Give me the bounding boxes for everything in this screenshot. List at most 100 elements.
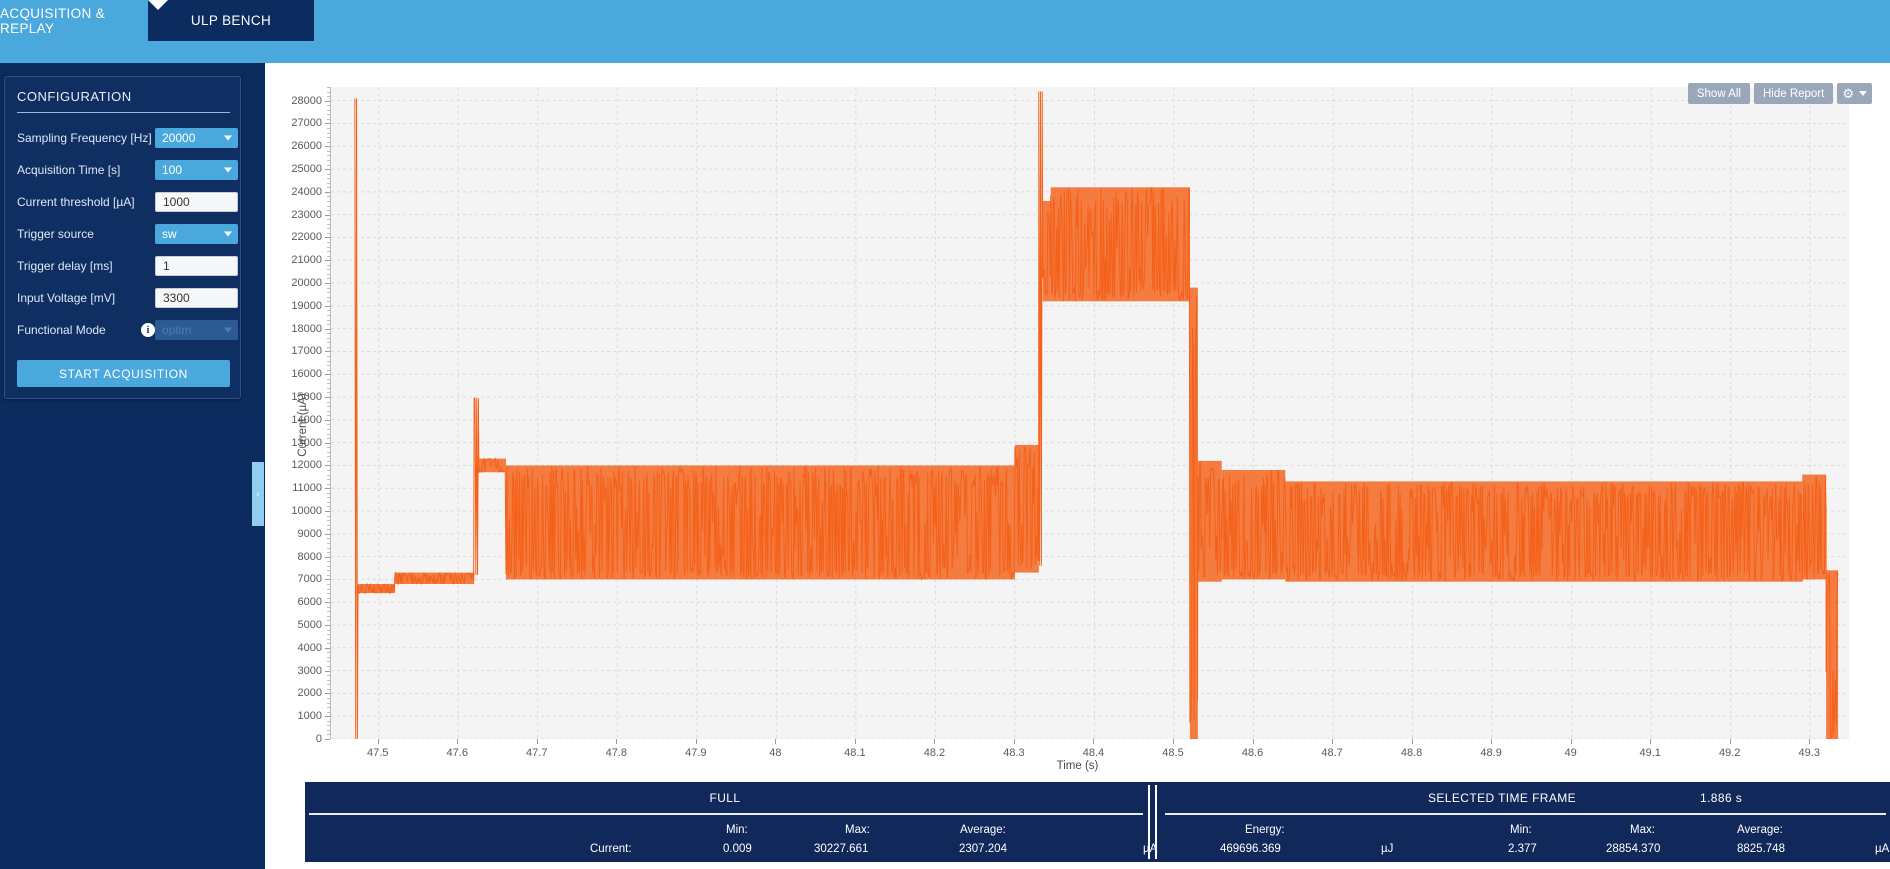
y-tick-mark: [325, 123, 330, 125]
config-value: 100: [162, 163, 183, 177]
y-minor-tick: [327, 292, 330, 294]
configuration-title: CONFIGURATION: [17, 89, 132, 104]
plot-area[interactable]: [330, 87, 1849, 739]
y-minor-tick: [327, 324, 330, 326]
y-minor-tick: [327, 369, 330, 371]
y-tick-label: 25000: [291, 163, 322, 176]
y-tick-label: 22000: [291, 231, 322, 244]
y-minor-tick: [327, 287, 330, 289]
y-minor-tick: [327, 547, 330, 549]
y-minor-tick: [327, 164, 330, 166]
config-value: 3300: [163, 291, 190, 305]
y-minor-tick: [327, 342, 330, 344]
y-minor-tick: [327, 223, 330, 225]
start-acquisition-button[interactable]: START ACQUISITION: [17, 360, 230, 387]
x-tick-mark: [1491, 739, 1493, 744]
report-selected-min-header: Min:: [1510, 824, 1532, 836]
y-minor-tick: [327, 319, 330, 321]
y-tick-mark: [325, 374, 330, 376]
y-minor-tick: [327, 501, 330, 503]
y-tick-mark: [325, 328, 330, 330]
x-tick-mark: [1093, 739, 1095, 744]
x-tick-mark: [1809, 739, 1811, 744]
report-selected-current-unit: µA: [1875, 843, 1890, 855]
y-minor-tick: [327, 333, 330, 335]
y-tick-label: 17000: [291, 345, 322, 358]
y-tick-mark: [325, 305, 330, 307]
y-tick-mark: [325, 237, 330, 239]
waveform-svg: [331, 87, 1849, 739]
config-select-sampling-frequency-hz[interactable]: 20000: [155, 128, 238, 148]
report-full-max-value: 30227.661: [814, 843, 869, 855]
tab-acquisition-replay-label: ACQUISITION & REPLAY: [0, 5, 106, 36]
y-tick-mark: [325, 397, 330, 399]
y-minor-tick: [327, 661, 330, 663]
config-input-input-voltage-mv[interactable]: 3300: [155, 288, 238, 308]
y-minor-tick: [327, 574, 330, 576]
y-minor-tick: [327, 159, 330, 161]
config-select-functional-mode: optim: [155, 320, 238, 340]
y-minor-tick: [327, 707, 330, 709]
x-tick-label: 48.8: [1400, 747, 1423, 759]
configuration-title-divider: [17, 112, 230, 113]
x-tick-label: 48.2: [923, 747, 946, 759]
x-tick-mark: [934, 739, 936, 744]
show-all-button[interactable]: Show All: [1687, 83, 1750, 104]
y-minor-tick: [327, 688, 330, 690]
y-minor-tick: [327, 128, 330, 130]
hide-report-button[interactable]: Hide Report: [1753, 83, 1834, 104]
config-select-trigger-source[interactable]: sw: [155, 224, 238, 244]
configuration-card: CONFIGURATION Sampling Frequency [Hz] 200…: [4, 76, 241, 399]
y-minor-tick: [327, 219, 330, 221]
y-tick-mark: [325, 100, 330, 102]
report-full-average-header: Average:: [960, 824, 1006, 836]
y-minor-tick: [327, 542, 330, 544]
y-tick-mark: [325, 511, 330, 513]
y-minor-tick: [327, 675, 330, 677]
report-full-current-unit: µA: [1143, 843, 1158, 855]
y-minor-tick: [327, 483, 330, 485]
top-tab-bar: ACQUISITION & REPLAY ULP BENCH: [0, 0, 1890, 63]
tab-ulp-bench[interactable]: ULP BENCH: [148, 0, 314, 41]
x-tick-mark: [1729, 739, 1731, 744]
y-minor-tick: [327, 378, 330, 380]
y-tick-mark: [325, 351, 330, 353]
y-minor-tick: [327, 251, 330, 253]
y-minor-tick: [327, 428, 330, 430]
y-tick-mark: [325, 191, 330, 193]
y-minor-tick: [327, 479, 330, 481]
y-minor-tick: [327, 456, 330, 458]
x-tick-label: 48.6: [1241, 747, 1264, 759]
report-selected-max-value: 28854.370: [1606, 843, 1661, 855]
x-tick-mark: [854, 739, 856, 744]
y-minor-tick: [327, 365, 330, 367]
config-label: Acquisition Time [s]: [17, 163, 121, 177]
config-input-trigger-delay-ms[interactable]: 1: [155, 256, 238, 276]
config-row-sampling-frequency-hz: Sampling Frequency [Hz] 20000: [17, 128, 238, 149]
chart-toolbar: Show All Hide Report ⚙: [1687, 83, 1872, 104]
report-full-energy-header: Energy:: [1245, 824, 1285, 836]
report-selected-header: SELECTED TIME FRAME 1.886 s: [1160, 782, 1890, 813]
x-tick-mark: [1332, 739, 1334, 744]
y-minor-tick: [327, 593, 330, 595]
y-tick-mark: [325, 283, 330, 285]
y-tick-label: 14000: [291, 413, 322, 426]
tab-acquisition-replay[interactable]: ACQUISITION & REPLAY: [0, 0, 148, 41]
y-minor-tick: [327, 182, 330, 184]
x-tick-label: 48: [769, 747, 782, 759]
config-select-acquisition-time-s[interactable]: 100: [155, 160, 238, 180]
y-minor-tick: [327, 360, 330, 362]
config-input-current-threshold-a[interactable]: 1000: [155, 192, 238, 212]
report-full-title: FULL: [709, 790, 741, 805]
y-tick-label: 8000: [297, 550, 322, 563]
chart-settings-button[interactable]: ⚙: [1837, 83, 1872, 104]
y-minor-tick: [327, 314, 330, 316]
y-tick-label: 1000: [297, 710, 322, 723]
y-minor-tick: [327, 474, 330, 476]
y-tick-label: 27000: [291, 117, 322, 130]
y-tick-mark: [325, 488, 330, 490]
panel-collapse-handle[interactable]: ‹: [252, 462, 264, 526]
y-tick-mark: [325, 579, 330, 581]
x-tick-label: 47.7: [526, 747, 548, 759]
info-icon[interactable]: i: [141, 323, 155, 337]
